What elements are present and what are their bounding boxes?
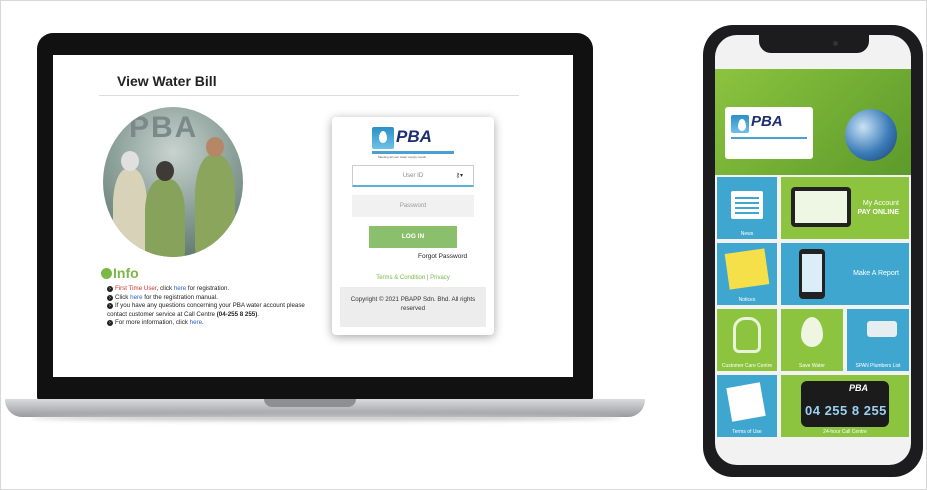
- pba-logo: PBA Meeting all your water supply needs: [372, 127, 454, 159]
- pay-online-label: PAY ONLINE: [857, 209, 900, 216]
- info-text: for the registration manual.: [142, 293, 218, 301]
- laptop-notch: [264, 399, 356, 407]
- globe-icon: [845, 109, 897, 161]
- terms-separator: |: [426, 275, 429, 281]
- info-text: Click: [115, 293, 131, 301]
- copyright-text: Copyright © 2021 PBAPP Sdn. Bhd. All rig…: [340, 287, 486, 327]
- first-time-user-text: First Time User: [115, 285, 157, 292]
- water-drop-icon: [372, 127, 394, 149]
- tile-label: Save Water: [799, 363, 825, 369]
- terms-row: Terms & Condition | Privacy: [332, 275, 494, 281]
- call-pba-text: PBA: [849, 383, 869, 393]
- tile-call-centre[interactable]: PBA 04 255 8 255 24-hour Call Centre: [781, 375, 909, 437]
- key-icon[interactable]: ⚷▾: [456, 166, 463, 186]
- phone-screen: PBA News My Account PAY ONLINE Notices M…: [715, 35, 911, 465]
- water-drop-icon: [731, 115, 749, 133]
- camera-icon: [833, 41, 838, 46]
- info-line-questions: › If you have any questions concerning yo…: [107, 302, 317, 319]
- info-text: .: [202, 319, 204, 327]
- info-line-manual: › Click here for the registration manual.: [107, 294, 317, 303]
- tile-customer-care[interactable]: Customer Care Centre: [717, 309, 777, 371]
- tile-label: Customer Care Centre: [721, 363, 773, 369]
- hand-icon: [733, 317, 761, 353]
- tile-label: Notices: [738, 297, 756, 303]
- make-report-label: Make A Report: [853, 270, 899, 277]
- tile-notices[interactable]: Notices: [717, 243, 777, 305]
- privacy-link[interactable]: Privacy: [430, 275, 450, 281]
- note-icon: [724, 248, 770, 290]
- tile-label: Terms of Use: [732, 429, 762, 435]
- phone-notch: [759, 35, 869, 53]
- terms-link[interactable]: Terms & Condition: [376, 275, 425, 281]
- staff-figure: [145, 179, 185, 257]
- tile-label: News: [740, 231, 754, 237]
- logo-underline: [372, 151, 454, 154]
- info-list: › First Time User, click here for registr…: [107, 285, 317, 328]
- password-placeholder: Password: [399, 203, 427, 209]
- laptop-shadow: [31, 415, 621, 421]
- tile-make-report[interactable]: Make A Report: [781, 243, 909, 305]
- staff-head: [206, 137, 224, 157]
- logo-tagline: Meeting all your water supply needs: [378, 155, 426, 159]
- info-heading: Info: [101, 265, 139, 281]
- password-input[interactable]: Password: [352, 195, 474, 217]
- pen-icon: [726, 382, 766, 422]
- app-header: PBA: [715, 69, 911, 175]
- tile-terms[interactable]: Terms of Use: [717, 375, 777, 437]
- info-text: for registration.: [186, 285, 230, 292]
- staff-head: [156, 161, 174, 181]
- tablet-icon: [791, 187, 851, 227]
- arrow-circle-icon: ›: [107, 294, 113, 301]
- staff-figure: [113, 169, 147, 257]
- page-title: View Water Bill: [117, 73, 217, 89]
- login-button[interactable]: LOG IN: [369, 226, 457, 248]
- app-logo: PBA: [725, 107, 813, 159]
- news-icon: [731, 191, 763, 219]
- info-line-registration: › First Time User, click here for registr…: [107, 285, 317, 294]
- staff-photo: PBA: [103, 107, 243, 257]
- info-text: , click: [156, 285, 174, 292]
- title-divider: [99, 95, 519, 96]
- arrow-circle-icon: ›: [107, 286, 113, 292]
- arrow-circle-icon: ›: [107, 303, 113, 310]
- tile-news[interactable]: News: [717, 177, 777, 239]
- drop-icon: [801, 317, 823, 347]
- app-logo-text: PBA: [751, 113, 783, 130]
- photo-sign-text: PBA: [129, 111, 199, 144]
- tile-plumbers[interactable]: SPAN Plumbers List: [847, 309, 909, 371]
- info-text: If you have any questions concerning you…: [107, 302, 305, 318]
- user-id-input[interactable]: User ID ⚷▾: [352, 165, 474, 187]
- logo-underline: [731, 137, 807, 139]
- tap-icon: [867, 321, 897, 337]
- tile-save-water[interactable]: Save Water: [781, 309, 843, 371]
- registration-link[interactable]: here: [174, 285, 186, 292]
- call-centre-display: PBA 04 255 8 255: [801, 381, 889, 427]
- staff-head: [121, 151, 139, 171]
- tile-my-account[interactable]: My Account PAY ONLINE: [781, 177, 909, 239]
- my-account-label: My Account: [862, 200, 899, 207]
- info-icon: [101, 268, 112, 279]
- tile-account-labels: My Account PAY ONLINE: [858, 199, 900, 217]
- logo-text: PBA: [396, 127, 432, 146]
- call-centre-number: (04-255 8 255): [216, 310, 258, 318]
- staff-figure: [195, 155, 235, 257]
- laptop-screen: View Water Bill PBA Info › First Time Use…: [53, 55, 573, 377]
- info-heading-text: Info: [113, 265, 139, 281]
- phone-icon: [799, 249, 825, 299]
- user-id-placeholder: User ID: [402, 173, 424, 179]
- tile-label: SPAN Plumbers List: [855, 363, 901, 369]
- forgot-password-link[interactable]: Forgot Password: [418, 253, 467, 260]
- more-info-link[interactable]: here: [190, 319, 202, 326]
- info-text: .: [257, 310, 260, 318]
- login-card: PBA Meeting all your water supply needs …: [332, 117, 494, 335]
- tile-label: 24-hour Call Centre: [823, 429, 867, 435]
- mockup-stage: View Water Bill PBA Info › First Time Use…: [0, 0, 927, 490]
- info-text: For more information, click: [115, 319, 190, 327]
- info-line-more: › For more information, click here.: [107, 319, 317, 328]
- call-number-text: 04 255 8 255: [805, 403, 887, 418]
- manual-link[interactable]: here: [130, 294, 142, 301]
- arrow-circle-icon: ›: [107, 320, 113, 327]
